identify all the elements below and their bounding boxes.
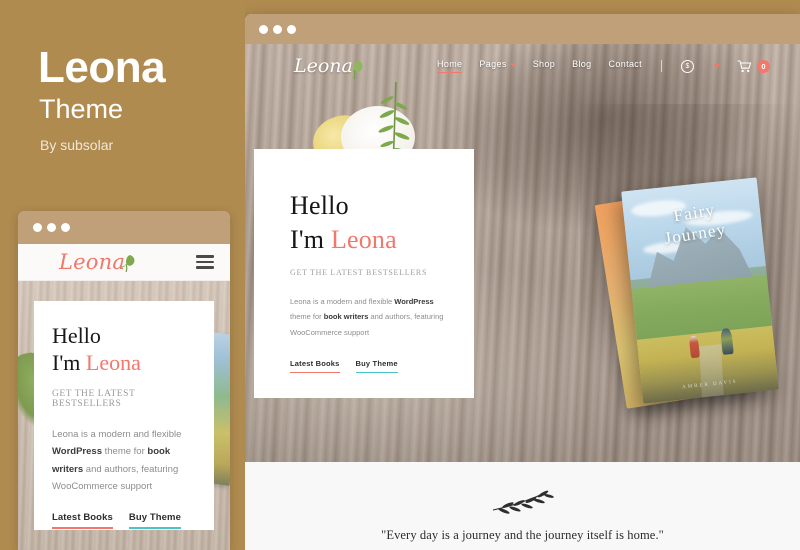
nav-links-group: Home Pages Shop Blog Contact $ 0 xyxy=(436,59,770,73)
body-text-run: Leona is a modern and flexible xyxy=(290,296,395,306)
latest-books-link[interactable]: Latest Books xyxy=(290,359,340,373)
body-text-emphasis: book writers xyxy=(323,312,369,322)
mobile-eyebrow: GET THE LATEST BESTSELLERS xyxy=(52,388,136,409)
mobile-cta-links: Latest Books Buy Theme xyxy=(52,512,196,529)
nav-item-contact[interactable]: Contact xyxy=(609,59,642,73)
chevron-down-icon xyxy=(509,62,516,67)
promo-panel: Leona Theme By subsolar Leona Hello I'm … xyxy=(0,0,245,550)
window-dot-maximize[interactable] xyxy=(61,223,70,232)
window-dot-maximize[interactable] xyxy=(287,25,296,34)
hamburger-menu-icon[interactable] xyxy=(196,255,214,269)
hero-heading-2-prefix: I'm xyxy=(290,224,331,254)
body-text-emphasis: WordPress xyxy=(394,296,434,306)
nav-item-pages-label: Pages xyxy=(479,59,507,69)
mobile-hero-section: Hello I'm Leona GET THE LATEST BESTSELLE… xyxy=(18,281,230,550)
mobile-preview-mockup: Leona Hello I'm Leona GET THE LATEST BES… xyxy=(18,211,230,550)
mobile-body-text: Leona is a modern and flexible WordPress… xyxy=(52,426,196,496)
cart-icon xyxy=(737,59,752,72)
mobile-heading-1: Hello xyxy=(52,323,101,348)
quote-text: "Every day is a journey and the journey … xyxy=(381,528,664,542)
promo-subtitle: Theme xyxy=(39,94,124,124)
hero-body-text: Leona is a modern and flexible WordPress… xyxy=(290,294,455,341)
window-dot-minimize[interactable] xyxy=(47,223,56,232)
nav-item-home[interactable]: Home xyxy=(436,59,463,73)
mobile-logo[interactable]: Leona xyxy=(59,250,125,274)
mobile-buy-theme-link[interactable]: Buy Theme xyxy=(128,512,181,529)
window-dot-close[interactable] xyxy=(33,223,42,232)
nav-divider xyxy=(661,60,662,72)
promo-author: By subsolar xyxy=(40,137,114,153)
hero-heading-1: Hello xyxy=(290,191,349,220)
buy-theme-link[interactable]: Buy Theme xyxy=(355,359,398,373)
chevron-down-icon-currency[interactable] xyxy=(714,64,720,68)
mobile-heading-2-accent: Leona xyxy=(85,349,141,375)
mobile-latest-books-link[interactable]: Latest Books xyxy=(52,512,113,529)
cart-count-badge: 0 xyxy=(757,59,770,73)
leaf-icon xyxy=(121,255,135,272)
hero-heading-2-accent: Leona xyxy=(330,224,397,254)
hero-eyebrow: GET THE LATEST BESTSELLERS xyxy=(290,267,428,277)
nav-item-blog[interactable]: Blog xyxy=(572,59,591,73)
promo-title: Leona xyxy=(38,43,166,92)
mobile-browser-chrome xyxy=(18,211,230,244)
hero-cta-links: Latest Books Buy Theme xyxy=(290,359,474,373)
book-art-path xyxy=(698,344,724,398)
quote-section: "Every day is a journey and the journey … xyxy=(245,462,800,550)
body-text-emphasis: WordPress xyxy=(52,446,102,458)
desktop-preview-mockup: Leona Home Pages Shop Blog Contact $ 0 H… xyxy=(245,14,800,550)
nav-item-pages[interactable]: Pages xyxy=(479,59,516,73)
mobile-site-header: Leona xyxy=(18,244,230,281)
site-logo[interactable]: Leona xyxy=(294,55,353,77)
window-dot-close[interactable] xyxy=(259,25,268,34)
body-text-run: theme for xyxy=(101,446,148,458)
body-text-run: Leona is a modern and flexible xyxy=(52,428,182,440)
site-navigation: Leona Home Pages Shop Blog Contact $ 0 xyxy=(245,44,800,96)
nav-item-shop[interactable]: Shop xyxy=(533,59,555,73)
hero-heading-2: I'm Leona xyxy=(290,223,474,257)
body-text-run: theme for xyxy=(290,312,324,322)
book-cover-front: Fairy Journey AMBER DAVIS xyxy=(621,177,779,404)
leaf-branch-ornament-icon xyxy=(492,490,554,514)
desktop-hero-section: Leona Home Pages Shop Blog Contact $ 0 H… xyxy=(245,44,800,462)
window-dot-minimize[interactable] xyxy=(273,25,282,34)
mobile-heading-2-prefix: I'm xyxy=(52,349,86,375)
mobile-hero-card: Hello I'm Leona GET THE LATEST BESTSELLE… xyxy=(34,301,214,530)
hero-content-card: Hello I'm Leona GET THE LATEST BESTSELLE… xyxy=(254,149,474,398)
leaf-icon xyxy=(349,60,363,79)
desktop-browser-chrome xyxy=(245,14,800,44)
currency-selector-icon[interactable]: $ xyxy=(681,59,694,73)
cart-button[interactable]: 0 xyxy=(737,59,770,73)
books-stack: Fairy Journey AMBER DAVIS xyxy=(594,177,779,409)
mobile-heading-2: I'm Leona xyxy=(52,350,196,377)
